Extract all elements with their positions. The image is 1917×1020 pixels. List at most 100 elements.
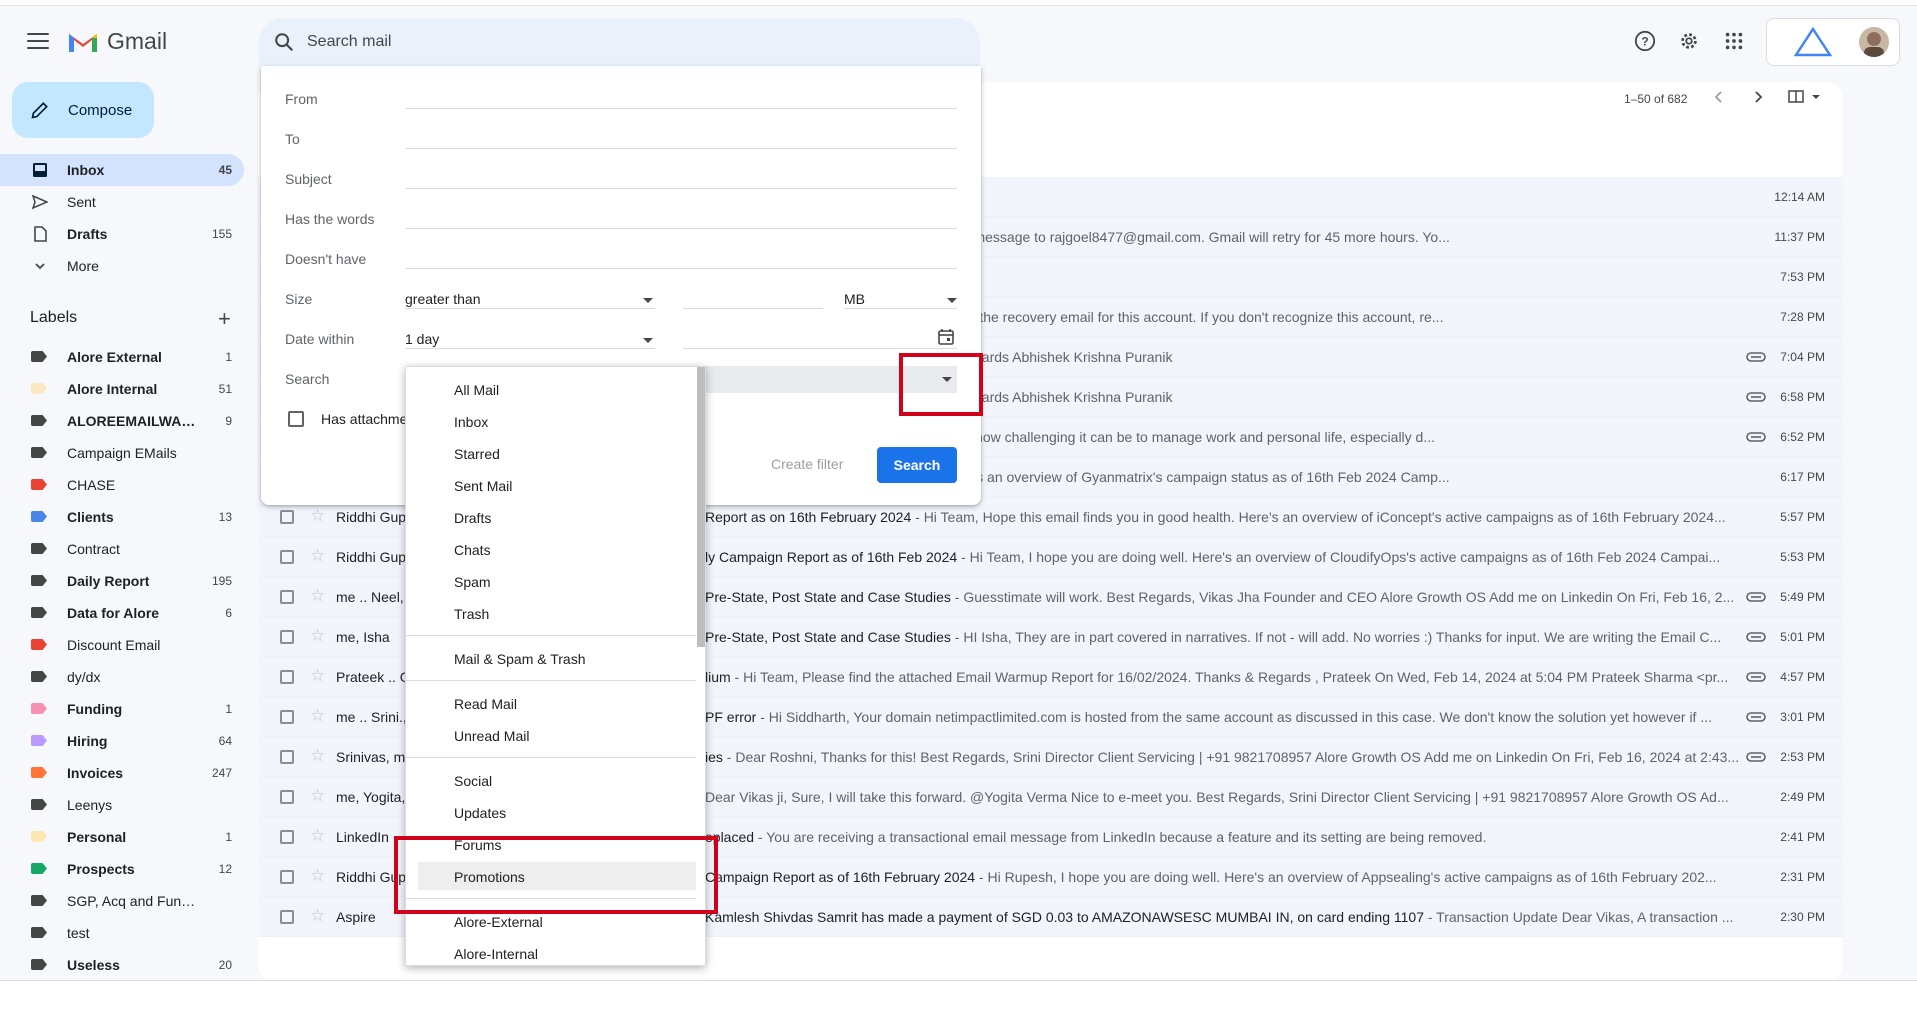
create-filter-button[interactable]: Create filter bbox=[771, 456, 843, 472]
star-icon[interactable]: ☆ bbox=[310, 586, 325, 606]
has-attachment-checkbox[interactable] bbox=[288, 411, 304, 427]
gmail-logo[interactable]: Gmail bbox=[67, 28, 167, 55]
star-icon[interactable]: ☆ bbox=[310, 746, 325, 766]
label-name: Data for Alore bbox=[67, 605, 160, 621]
sidebar-label-item[interactable]: Alore Internal 51 bbox=[0, 377, 244, 401]
has-words-field[interactable] bbox=[405, 228, 957, 229]
dropdown-option[interactable]: Unread Mail bbox=[406, 721, 696, 749]
compose-button[interactable]: Compose bbox=[12, 82, 154, 138]
search-button[interactable]: Search bbox=[877, 447, 957, 483]
dropdown-option[interactable]: Drafts bbox=[406, 503, 696, 531]
doesnt-have-field[interactable] bbox=[405, 268, 957, 269]
row-checkbox[interactable] bbox=[280, 870, 294, 884]
sidebar-label-item[interactable]: Discount Email bbox=[0, 633, 244, 657]
star-icon[interactable]: ☆ bbox=[310, 786, 325, 806]
dropdown-option[interactable]: Starred bbox=[406, 439, 696, 467]
row-checkbox[interactable] bbox=[280, 550, 294, 564]
star-icon[interactable]: ☆ bbox=[310, 506, 325, 526]
dropdown-option[interactable]: All Mail bbox=[406, 375, 696, 403]
star-icon[interactable]: ☆ bbox=[310, 546, 325, 566]
chevron-down-icon[interactable] bbox=[947, 298, 957, 303]
sidebar-label-item[interactable]: ALOREEMAILWAR... 9 bbox=[0, 409, 244, 433]
label-tag-icon bbox=[31, 703, 47, 714]
chevron-down-icon[interactable] bbox=[643, 298, 653, 303]
sidebar-label-item[interactable]: Leenys bbox=[0, 793, 244, 817]
label-name: Hiring bbox=[67, 733, 108, 749]
dropdown-scrollbar[interactable] bbox=[697, 367, 705, 647]
from-field[interactable] bbox=[405, 108, 957, 109]
avatar[interactable] bbox=[1859, 27, 1889, 57]
sidebar-label-item[interactable]: Personal 1 bbox=[0, 825, 244, 849]
search-input[interactable] bbox=[307, 33, 907, 51]
date-within-select[interactable]: 1 day bbox=[405, 331, 439, 347]
star-icon[interactable]: ☆ bbox=[310, 706, 325, 726]
chevron-right-icon[interactable] bbox=[1751, 90, 1765, 104]
dropdown-option[interactable]: Alore-Internal bbox=[406, 939, 696, 965]
star-icon[interactable]: ☆ bbox=[310, 906, 325, 926]
row-checkbox[interactable] bbox=[280, 710, 294, 724]
sidebar-item-sent[interactable]: Sent bbox=[0, 186, 244, 218]
sidebar-label-item[interactable]: Alore External 1 bbox=[0, 345, 244, 369]
sidebar-label-item[interactable]: dy/dx bbox=[0, 665, 244, 689]
sidebar-item-more[interactable]: More bbox=[0, 250, 244, 282]
subject-field[interactable] bbox=[405, 188, 957, 189]
sidebar-label-item[interactable]: Prospects 12 bbox=[0, 857, 244, 881]
row-checkbox[interactable] bbox=[280, 670, 294, 684]
sidebar-label-item[interactable]: Data for Alore 6 bbox=[0, 601, 244, 625]
search-icon[interactable] bbox=[273, 31, 295, 53]
row-checkbox[interactable] bbox=[280, 750, 294, 764]
sidebar-label-item[interactable]: Funding 1 bbox=[0, 697, 244, 721]
row-checkbox[interactable] bbox=[280, 510, 294, 524]
sidebar-item-inbox[interactable]: Inbox 45 bbox=[0, 154, 244, 186]
row-subject: ies bbox=[705, 749, 723, 765]
compose-label: Compose bbox=[68, 101, 133, 119]
sidebar-item-drafts[interactable]: Drafts 155 bbox=[0, 218, 244, 250]
sidebar-label-item[interactable]: test bbox=[0, 921, 244, 945]
size-unit-select[interactable]: MB bbox=[844, 291, 865, 307]
star-icon[interactable]: ☆ bbox=[310, 666, 325, 686]
dropdown-option[interactable]: Chats bbox=[406, 535, 696, 563]
help-icon[interactable]: ? bbox=[1634, 30, 1656, 52]
search-bar[interactable] bbox=[259, 18, 980, 66]
split-pane-icon[interactable] bbox=[1788, 89, 1824, 105]
sidebar-label-item[interactable]: Useless 20 bbox=[0, 953, 244, 977]
dropdown-option[interactable]: Sent Mail bbox=[406, 471, 696, 499]
star-icon[interactable]: ☆ bbox=[310, 866, 325, 886]
sidebar-label-item[interactable]: Contract bbox=[0, 537, 244, 561]
dropdown-divider bbox=[406, 635, 696, 636]
row-checkbox[interactable] bbox=[280, 790, 294, 804]
menu-icon[interactable] bbox=[27, 33, 49, 49]
dropdown-option[interactable]: Read Mail bbox=[406, 689, 696, 717]
sidebar-label-item[interactable]: CHASE bbox=[0, 473, 244, 497]
row-checkbox[interactable] bbox=[280, 590, 294, 604]
star-icon[interactable]: ☆ bbox=[310, 826, 325, 846]
dropdown-option[interactable]: Social bbox=[406, 766, 696, 794]
star-icon[interactable]: ☆ bbox=[310, 626, 325, 646]
row-checkbox[interactable] bbox=[280, 910, 294, 924]
chevron-left-icon[interactable] bbox=[1712, 90, 1726, 104]
sidebar-label-item[interactable]: Campaign EMails bbox=[0, 441, 244, 465]
calendar-icon[interactable] bbox=[937, 328, 955, 346]
dropdown-option[interactable]: Updates bbox=[406, 798, 696, 826]
sidebar-label-item[interactable]: Hiring 64 bbox=[0, 729, 244, 753]
sidebar-label-item[interactable]: Clients 13 bbox=[0, 505, 244, 529]
plus-icon[interactable]: + bbox=[218, 308, 231, 330]
sidebar-label-item[interactable]: Invoices 247 bbox=[0, 761, 244, 785]
dropdown-option[interactable]: Mail & Spam & Trash bbox=[406, 644, 696, 672]
dropdown-option[interactable]: Inbox bbox=[406, 407, 696, 435]
size-operator-select[interactable]: greater than bbox=[405, 291, 481, 307]
chevron-down-icon[interactable] bbox=[643, 338, 653, 343]
settings-icon[interactable] bbox=[1678, 30, 1700, 52]
sidebar-label-item[interactable]: SGP, Acq and Funding bbox=[0, 889, 244, 913]
to-field[interactable] bbox=[405, 148, 957, 149]
row-checkbox[interactable] bbox=[280, 830, 294, 844]
label-tag-icon bbox=[31, 895, 47, 906]
dropdown-option[interactable]: Trash bbox=[406, 599, 696, 627]
row-checkbox[interactable] bbox=[280, 630, 294, 644]
row-time: 6:52 PM bbox=[1780, 430, 1825, 444]
dropdown-option[interactable]: Spam bbox=[406, 567, 696, 595]
size-value-field[interactable] bbox=[683, 308, 823, 309]
sidebar-label-item[interactable]: Daily Report 195 bbox=[0, 569, 244, 593]
date-field[interactable] bbox=[683, 348, 957, 349]
apps-grid-icon[interactable] bbox=[1723, 30, 1745, 52]
